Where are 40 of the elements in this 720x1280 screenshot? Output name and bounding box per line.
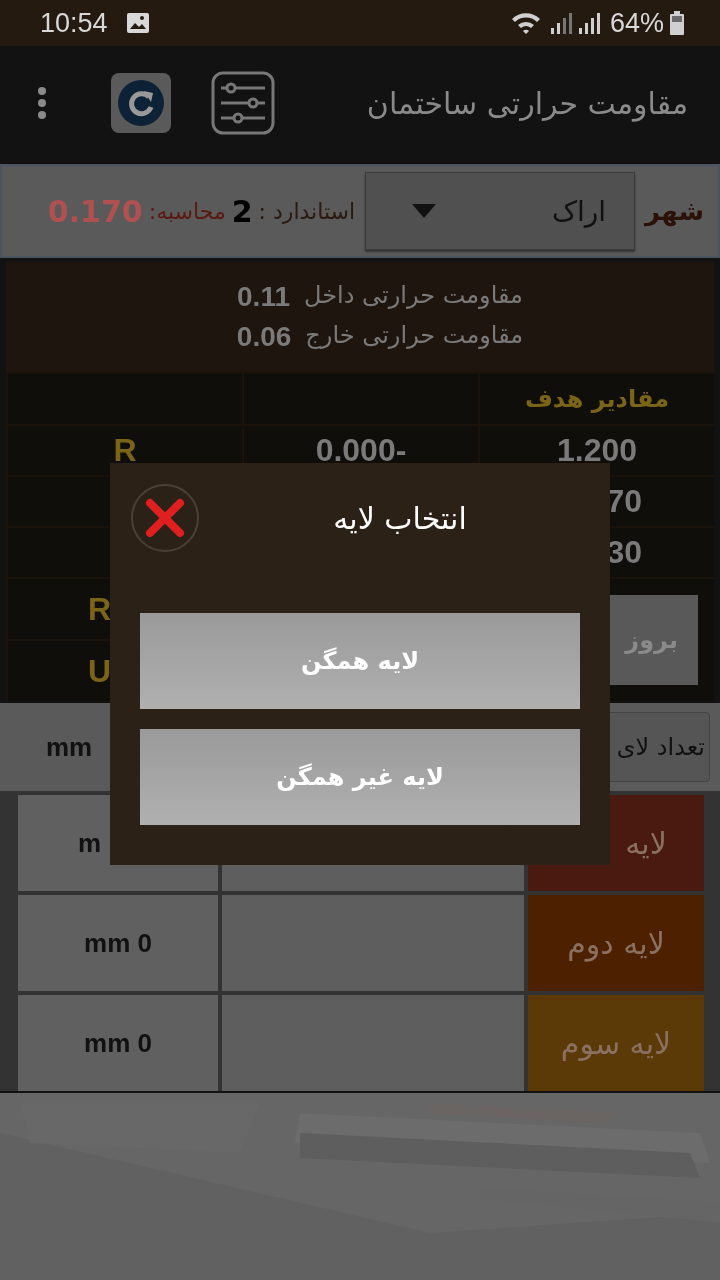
result-label: U <box>88 652 112 690</box>
unit-label: mm <box>46 731 93 763</box>
refresh-icon[interactable] <box>111 73 171 133</box>
option-button[interactable]: لایه همگن <box>140 613 580 709</box>
input-field[interactable] <box>222 995 524 1091</box>
more-options-icon[interactable] <box>37 86 47 120</box>
column-header: مقادیر هدف <box>524 385 670 413</box>
calculated-value: 0.170 <box>47 193 143 229</box>
option-button[interactable]: لایه غیر همگن <box>140 729 580 825</box>
resistance-label: مقاومت حرارتی داخل <box>304 281 523 311</box>
calculated-label: محاسبه: <box>148 198 226 224</box>
result-value: 0.000- <box>315 432 407 469</box>
standard-label: استاندارد : <box>258 198 356 224</box>
app-title: مقاومت حرارتی ساختمان <box>365 85 688 121</box>
signal-icon <box>577 12 600 34</box>
target-value: 1.200 <box>556 432 638 469</box>
sliders-icon[interactable] <box>211 71 275 135</box>
thickness-button[interactable]: mm 0 <box>18 895 218 991</box>
result-label: R <box>113 432 137 469</box>
signal-icon <box>549 12 572 34</box>
image-icon <box>125 12 150 34</box>
target-value: 70 <box>606 483 642 520</box>
battery-percent: 64% <box>609 7 664 39</box>
standard-value: 2 <box>231 193 253 229</box>
target-value: 30 <box>606 534 642 571</box>
city-dropdown[interactable]: اراک <box>365 172 636 250</box>
layer-label: لایه سوم <box>528 995 704 1091</box>
status-time: 10:54 <box>40 7 108 39</box>
resistance-label: مقاومت حرارتی خارج <box>305 321 524 351</box>
dialog-title: انتخاب لایه <box>332 500 468 536</box>
close-icon[interactable] <box>130 483 200 553</box>
input-field[interactable] <box>222 895 524 991</box>
thickness-button[interactable]: mm 0 <box>18 995 218 1091</box>
resistance-value: 0.06 <box>236 321 292 353</box>
result-label: R <box>88 590 112 628</box>
caret-icon <box>412 204 437 218</box>
layer-label: لایه دوم <box>528 895 704 991</box>
resistance-value: 0.11 <box>237 281 290 313</box>
city-label: شهر <box>645 196 704 226</box>
battery-icon <box>670 11 684 35</box>
